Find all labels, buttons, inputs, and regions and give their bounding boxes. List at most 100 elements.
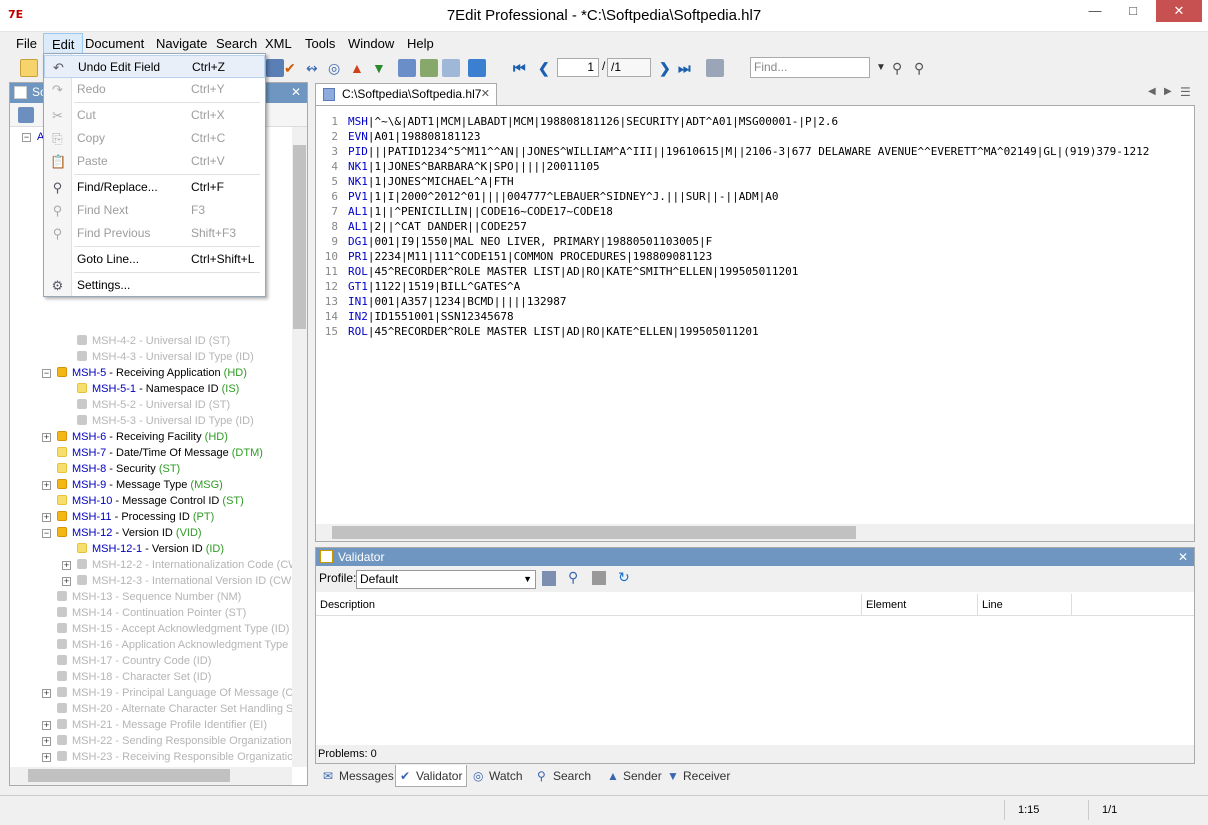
code-line[interactable]: IN2|ID1551001|SSN12345678	[348, 309, 514, 324]
tree-node[interactable]: MSH-12-1 - Version ID (ID)	[62, 541, 224, 557]
tree-node[interactable]: − MSH-12 - Version ID (VID)	[42, 525, 202, 541]
next-page-icon[interactable]: ❯	[659, 58, 671, 78]
tab-sender[interactable]: ▲ Sender	[603, 765, 662, 787]
page-number-input[interactable]: 1	[557, 58, 599, 77]
expand-icon[interactable]: +	[62, 577, 71, 586]
refresh-icon[interactable]: ↻	[618, 569, 630, 586]
expand-icon[interactable]: +	[42, 481, 51, 490]
validate-icon[interactable]: ✔	[284, 58, 296, 78]
code-line[interactable]: GT1|1122|1519|BILL^GATES^A	[348, 279, 520, 294]
expand-icon[interactable]: +	[42, 433, 51, 442]
tree-node[interactable]: MSH-20 - Alternate Character Set Handlin…	[42, 701, 292, 717]
menu-item-undo-edit-field[interactable]: ↶ Undo Edit Field Ctrl+Z	[44, 55, 265, 78]
column-element[interactable]: Element	[862, 594, 978, 616]
expand-icon[interactable]: +	[62, 561, 71, 570]
tree-options-icon[interactable]	[18, 107, 34, 123]
app-icon[interactable]: 7E	[8, 8, 24, 24]
expand-icon[interactable]: +	[42, 753, 51, 762]
find-dropdown-icon[interactable]: ▼	[876, 58, 886, 78]
code-line[interactable]: PID|||PATID1234^5^M11^^AN||JONES^WILLIAM…	[348, 144, 1149, 159]
find-all-icon[interactable]: ⚲	[914, 58, 924, 78]
tab-search[interactable]: ⚲ Search	[533, 765, 601, 787]
send-icon[interactable]: ▲	[350, 58, 364, 78]
menu-item-find-replace[interactable]: ⚲ Find/Replace... Ctrl+F	[44, 176, 265, 199]
column-line[interactable]: Line	[978, 594, 1072, 616]
code-line[interactable]: MSH|^~\&|ADT1|MCM|LABADT|MCM|19880818112…	[348, 114, 838, 129]
tab-scroll-left-icon[interactable]: ◀	[1148, 86, 1156, 97]
expand-icon[interactable]: +	[42, 721, 51, 730]
tree-node[interactable]: + MSH-11 - Processing ID (PT)	[42, 509, 214, 525]
tree-node[interactable]: MSH-4-2 - Universal ID (ST)	[62, 333, 230, 349]
watch-icon[interactable]: ◎	[328, 58, 340, 78]
code-line[interactable]: EVN|A01|198808181123	[348, 129, 480, 144]
tree-node[interactable]: MSH-5-2 - Universal ID (ST)	[62, 397, 230, 413]
tree-node[interactable]: + MSH-12-3 - International Version ID (CW…	[62, 573, 292, 589]
tree-vertical-scroll-thumb[interactable]	[293, 145, 306, 329]
tree-node[interactable]: MSH-10 - Message Control ID (ST)	[42, 493, 244, 509]
find-input[interactable]: Find...	[750, 57, 870, 78]
tab-list-icon[interactable]: ☰	[1180, 85, 1191, 99]
document-tab[interactable]: C:\Softpedia\Softpedia.hl7 ✕	[315, 83, 497, 105]
copy-doc-icon[interactable]	[442, 59, 460, 77]
tree-node[interactable]: MSH-5-1 - Namespace ID (IS)	[62, 381, 239, 397]
save-icon[interactable]	[592, 571, 606, 585]
validator-close-icon[interactable]: ✕	[1178, 548, 1188, 566]
code-line[interactable]: NK1|1|JONES^MICHAEL^A|FTH	[348, 174, 514, 189]
tab-validator[interactable]: ✔ Validator	[395, 765, 467, 787]
page-view-icon[interactable]	[706, 59, 724, 77]
tab-close-icon[interactable]: ✕	[481, 84, 490, 104]
expand-icon[interactable]: +	[42, 513, 51, 522]
menu-document[interactable]: Document	[77, 33, 152, 54]
expand-icon[interactable]: +	[42, 689, 51, 698]
save-icon[interactable]	[266, 59, 284, 77]
tree-node[interactable]: + MSH-12-2 - Internationalization Code (C…	[62, 557, 292, 573]
tab-watch[interactable]: ◎ Watch	[469, 765, 531, 787]
tree-node[interactable]: + MSH-21 - Message Profile Identifier (EI…	[42, 717, 267, 733]
tree-horizontal-scroll-thumb[interactable]	[28, 769, 230, 782]
code-line[interactable]: PV1|1|I|2000^2012^01||||004777^LEBAUER^S…	[348, 189, 778, 204]
tree-node[interactable]: MSH-17 - Country Code (ID)	[42, 653, 211, 669]
code-area[interactable]: 1 MSH|^~\&|ADT1|MCM|LABADT|MCM|1988081811…	[316, 110, 1194, 522]
code-line[interactable]: AL1|1||^PENICILLIN||CODE16~CODE17~CODE18	[348, 204, 613, 219]
menu-window[interactable]: Window	[340, 33, 402, 54]
tree-node[interactable]: + MSH-6 - Receiving Facility (HD)	[42, 429, 228, 445]
code-line[interactable]: DG1|001|I9|1550|MAL NEO LIVER, PRIMARY|1…	[348, 234, 712, 249]
tree-node[interactable]: MSH-7 - Date/Time Of Message (DTM)	[42, 445, 263, 461]
code-line[interactable]: IN1|001|A357|1234|BCMD|||||132987	[348, 294, 567, 309]
code-line[interactable]: PR1|2234|M11|111^CODE151|COMMON PROCEDUR…	[348, 249, 712, 264]
cube-icon[interactable]	[398, 59, 416, 77]
tree-node[interactable]: − MSH-5 - Receiving Application (HD)	[42, 365, 247, 381]
profile-list-icon[interactable]	[542, 571, 556, 586]
find-next-icon[interactable]: ⚲	[892, 58, 902, 78]
search-icon[interactable]: ⚲	[568, 569, 578, 586]
tree-node[interactable]: MSH-16 - Application Acknowledgment Type…	[42, 637, 292, 653]
code-line[interactable]: ROL|45^RECORDER^ROLE MASTER LIST|AD|RO|K…	[348, 324, 759, 339]
tree-node[interactable]: MSH-8 - Security (ST)	[42, 461, 180, 477]
expand-icon[interactable]: +	[42, 737, 51, 746]
tree-node[interactable]: MSH-5-3 - Universal ID Type (ID)	[62, 413, 254, 429]
menu-item-goto-line[interactable]: Goto Line... Ctrl+Shift+L	[44, 248, 265, 271]
close-button[interactable]: ✕	[1156, 0, 1202, 22]
menu-help[interactable]: Help	[399, 33, 442, 54]
last-page-icon[interactable]: ⏭	[678, 58, 691, 78]
tree-node[interactable]: + MSH-22 - Sending Responsible Organizati…	[42, 733, 292, 749]
export-icon[interactable]	[468, 59, 486, 77]
editor-horizontal-scroll-thumb[interactable]	[332, 526, 856, 539]
tree-node[interactable]: + MSH-19 - Principal Language Of Message …	[42, 685, 292, 701]
tree-node[interactable]: MSH-13 - Sequence Number (NM)	[42, 589, 241, 605]
first-page-icon[interactable]: ⏮	[513, 58, 526, 78]
code-line[interactable]: ROL|45^RECORDER^ROLE MASTER LIST|AD|RO|K…	[348, 264, 798, 279]
tree-node[interactable]: + MSH-23 - Receiving Responsible Organiza…	[42, 749, 292, 765]
menu-navigate[interactable]: Navigate	[148, 33, 215, 54]
tab-receiver[interactable]: ▼ Receiver	[663, 765, 731, 787]
receive-icon[interactable]: ▼	[372, 58, 386, 78]
menu-item-settings[interactable]: ⚙ Settings...	[44, 274, 265, 297]
collapse-icon[interactable]: −	[42, 369, 51, 378]
profile-select[interactable]: Default ▼	[356, 570, 536, 589]
menu-tools[interactable]: Tools	[297, 33, 343, 54]
menu-file[interactable]: File	[8, 33, 45, 54]
tree-node[interactable]: MSH-15 - Accept Acknowledgment Type (ID)	[42, 621, 289, 637]
tree-icon[interactable]	[420, 59, 438, 77]
tab-messages[interactable]: ✉ Messages	[319, 765, 394, 787]
panel-close-icon[interactable]: ✕	[291, 85, 301, 99]
